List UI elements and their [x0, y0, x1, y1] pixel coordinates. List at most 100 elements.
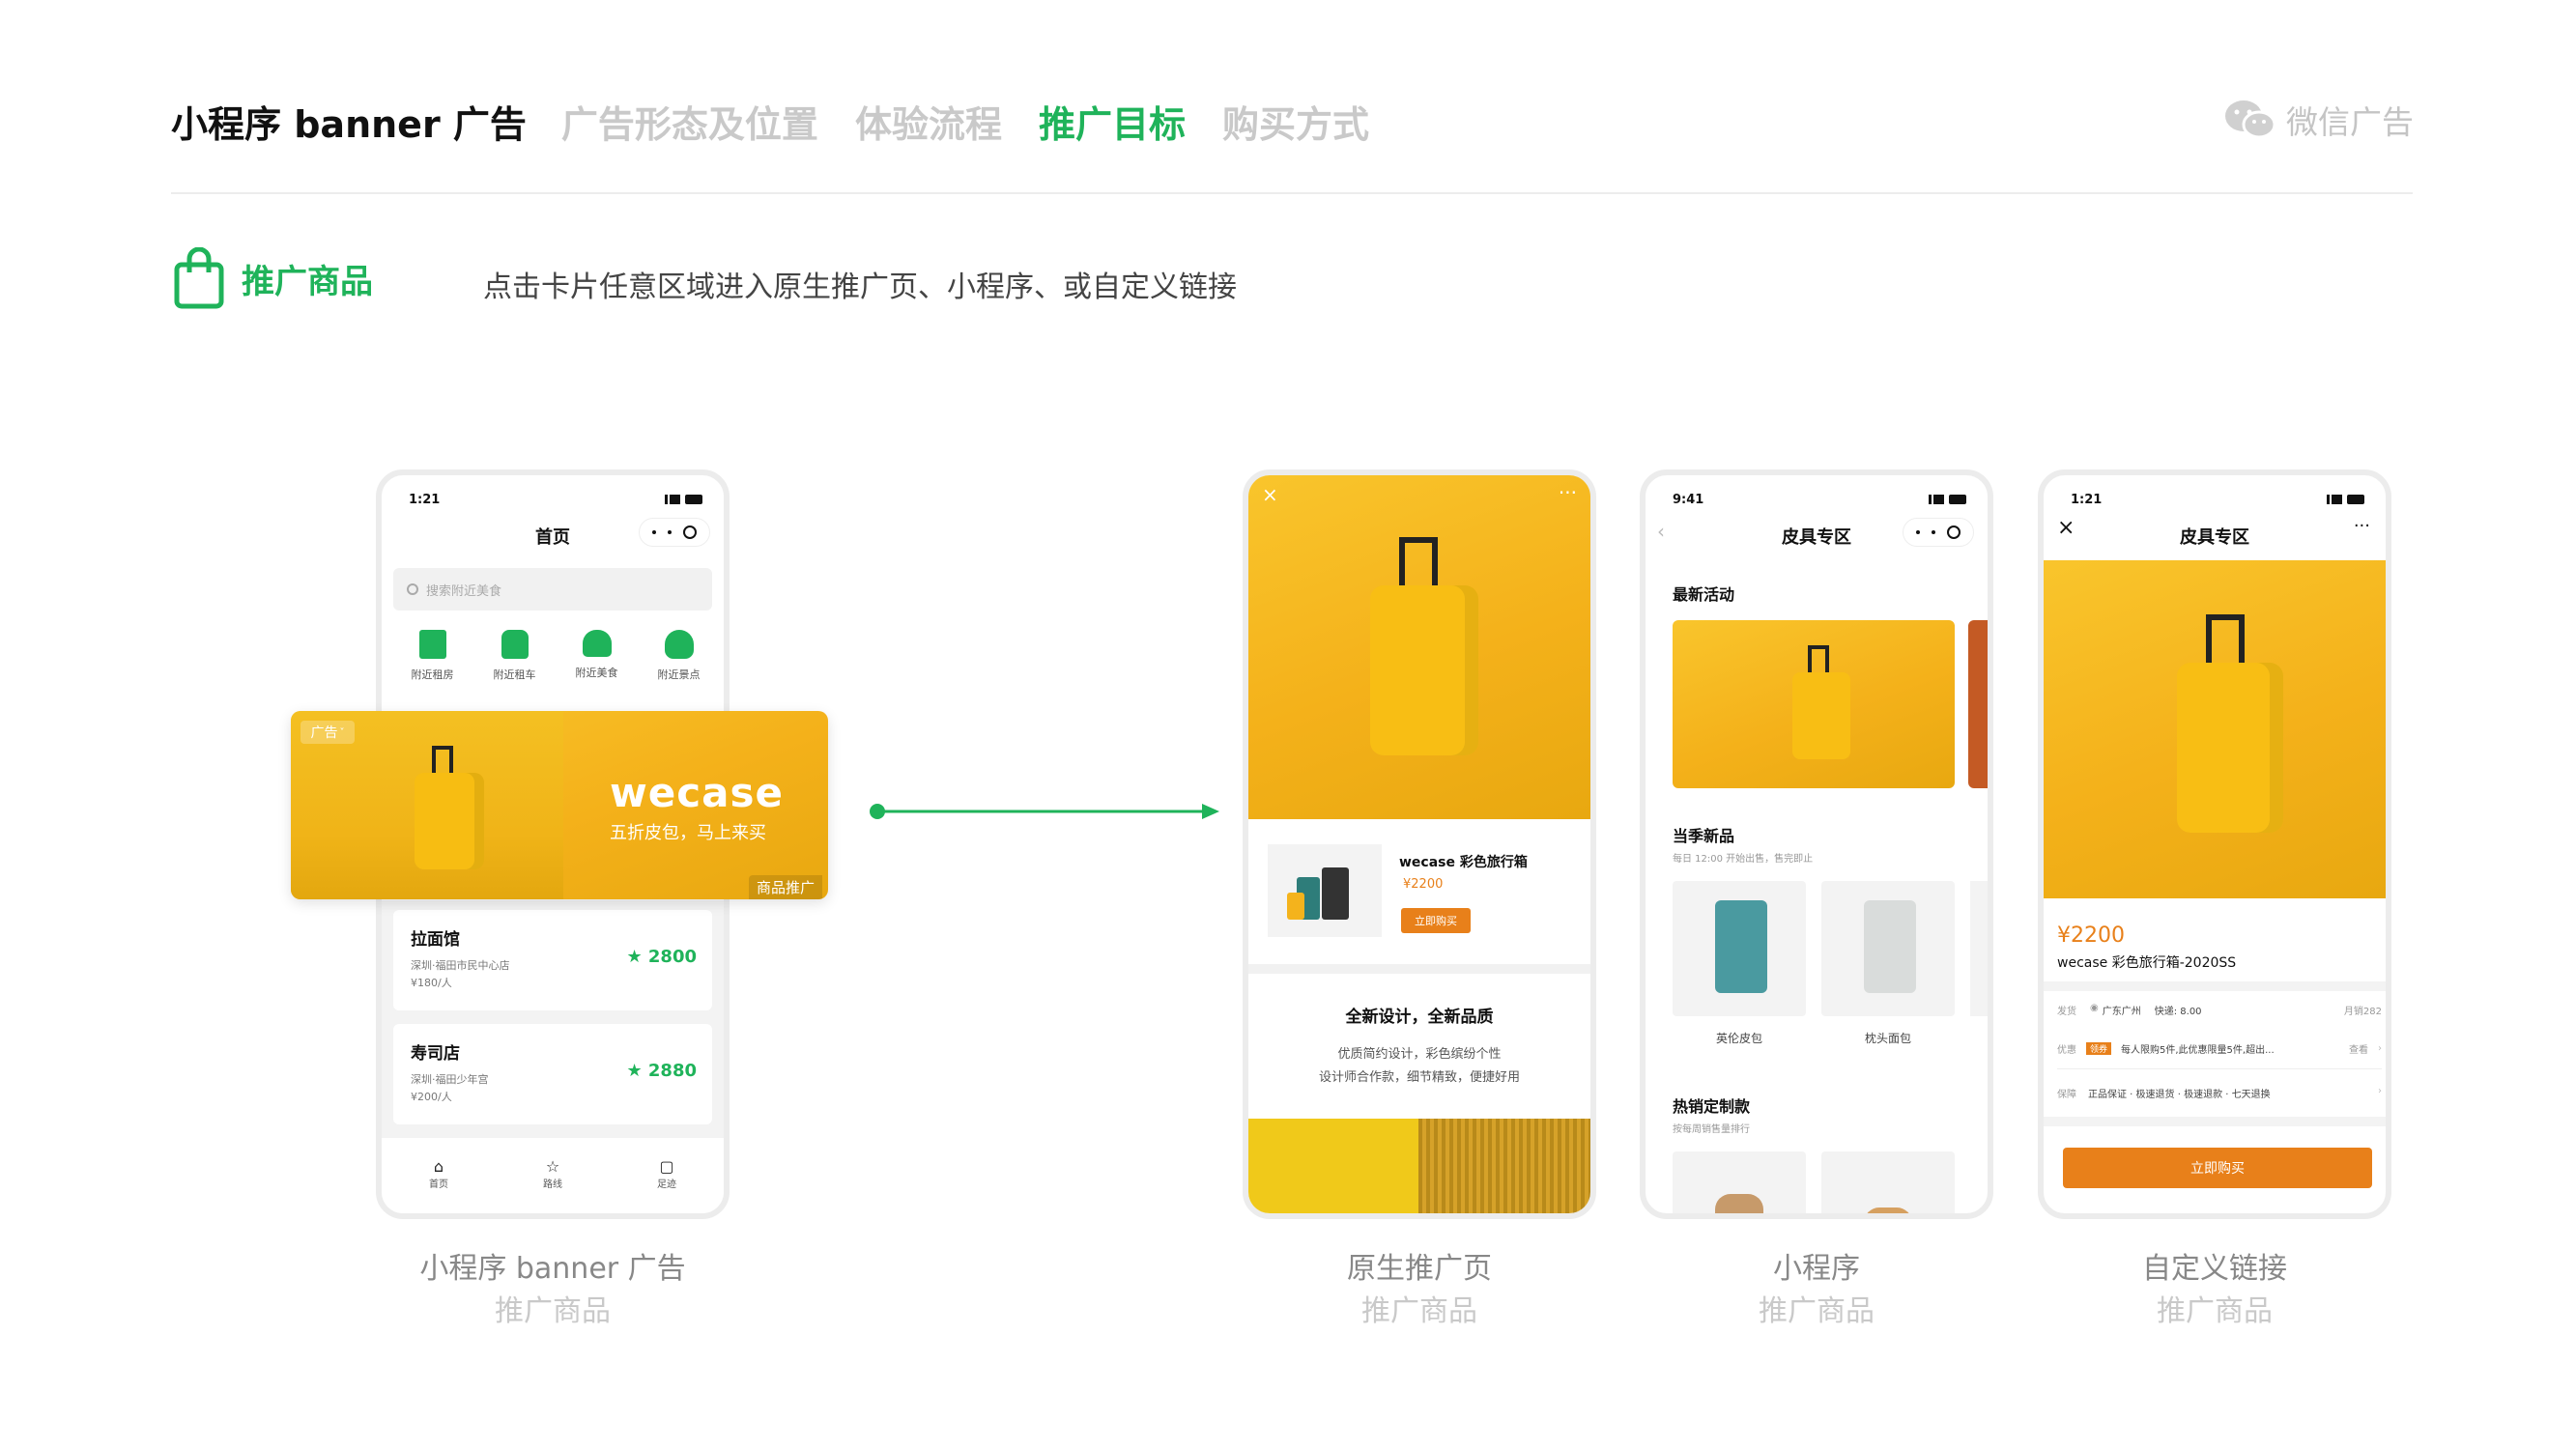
bread-image: [1715, 1194, 1763, 1213]
activity-banner-next[interactable]: [1968, 620, 1988, 788]
tabbar-route[interactable]: ☆ 路线: [524, 1157, 582, 1213]
suitcase-image: [2177, 663, 2283, 833]
status-icons: [2327, 495, 2364, 504]
search-input[interactable]: 搜索附近美食: [426, 581, 501, 599]
location-icon: ◉: [2090, 1003, 2099, 1013]
burger-icon: [582, 630, 612, 657]
phone-custom-link: 1:21 × 皮具专区 ··· ¥2200 wecase 彩色旅行箱-2020S…: [2038, 469, 2391, 1219]
more-icon[interactable]: ···: [1559, 481, 1577, 504]
row-label: 保障: [2057, 1090, 2076, 1100]
header-divider: [171, 192, 2413, 194]
suitcase-white-image: [1864, 900, 1916, 993]
section-divider: [1248, 964, 1590, 974]
store-price: ¥180/人: [411, 977, 452, 989]
suitcase-thumb-yellow: [1287, 893, 1304, 920]
close-circle-icon[interactable]: [1947, 526, 1961, 539]
caption-title: 自定义链接: [2142, 1252, 2287, 1286]
search-bar[interactable]: 搜索附近美食: [393, 568, 712, 611]
wechat-logo-icon: [2225, 100, 2276, 139]
star-icon: ★: [626, 947, 648, 967]
product-tile[interactable]: [1821, 881, 1955, 1016]
tab-ad-format[interactable]: 广告形态及位置: [561, 95, 818, 148]
suitcase-image: [1370, 585, 1478, 755]
banner-ad[interactable]: 广告 ˅ wecase 五折皮包，马上来买 商品推广: [291, 711, 828, 899]
section-new-sub: 每日 12:00 开始出售，售完即止: [1673, 854, 1814, 865]
shipping-row: 发货 ◉ 广东广州 快递: 8.00 月销282: [2057, 1003, 2382, 1017]
category-item[interactable]: 附近租车: [476, 630, 554, 697]
express-fee: 快递: 8.00: [2154, 1007, 2202, 1017]
product-tile[interactable]: [1673, 1151, 1806, 1213]
promo-body-2: 设计师合作款，细节精致，便捷好用: [1318, 1070, 1520, 1085]
status-time: 1:21: [409, 493, 441, 507]
tab-mini-program-banner[interactable]: 小程序 banner 广告: [171, 95, 527, 148]
info-divider: [2044, 981, 2386, 991]
section-hot: 热销定制款: [1673, 1097, 1751, 1116]
section-header: 推广商品: [174, 247, 373, 309]
buy-button[interactable]: 立即购买: [1401, 908, 1471, 933]
battery-icon: [2347, 495, 2364, 504]
chevron-right-icon: ›: [2378, 1086, 2382, 1096]
bottom-image-left: [1248, 1119, 1418, 1213]
promo-more-link[interactable]: 查看: [2349, 1041, 2368, 1056]
ad-brand: wecase: [610, 769, 785, 816]
tab-promotion-goal[interactable]: 推广目标: [1039, 95, 1186, 148]
search-icon: [407, 583, 418, 595]
store-card[interactable]: 拉面馆 深圳·福田市民中心店 ¥180/人 ★ 2800: [393, 910, 712, 1010]
status-time: 9:41: [1673, 493, 1704, 507]
footprint-icon: ▢: [659, 1157, 674, 1176]
promo-row[interactable]: 优惠 领券 每人限购5件,此优惠限量5件,超出... 查看 ›: [2057, 1041, 2382, 1056]
caption-title: 小程序 banner 广告: [419, 1252, 686, 1286]
section-hot-sub: 按每周销售量排行: [1673, 1124, 1750, 1135]
tree-icon: [664, 630, 694, 659]
suitcase-handle: [2206, 614, 2245, 667]
category-label: 附近租房: [411, 668, 454, 681]
star-icon: ☆: [545, 1157, 560, 1176]
promo-headline: 全新设计，全新品质: [1345, 1008, 1494, 1027]
product-name: wecase 彩色旅行箱-2020SS: [2057, 955, 2237, 971]
bread-image: [1864, 1208, 1912, 1213]
store-card[interactable]: 寿司店 深圳·福田少年宫 ¥200/人 ★ 2880: [393, 1024, 712, 1124]
category-item[interactable]: 附近租房: [394, 630, 472, 697]
product-tile[interactable]: [1673, 881, 1806, 1016]
page: { "header": { "tabs": [ {"label": "小程序 b…: [0, 0, 2576, 1449]
guarantee-row[interactable]: 保障 正品保证 · 极速退货 · 极速退款 · 七天退换 ›: [2057, 1086, 2382, 1100]
ad-slogan: 五折皮包，马上来买: [610, 823, 766, 843]
ad-tag[interactable]: 广告 ˅: [301, 721, 355, 744]
tab-experience-flow[interactable]: 体验流程: [855, 95, 1002, 148]
tabbar-home[interactable]: ⌂ 首页: [410, 1157, 468, 1213]
category-label: 附近美食: [575, 667, 618, 679]
row-divider: [2057, 1068, 2382, 1069]
suitcase-handle: [1808, 645, 1829, 674]
signal-icon: [665, 495, 680, 504]
activity-banner[interactable]: [1673, 620, 1955, 788]
capsule-menu[interactable]: [1903, 518, 1974, 547]
section-new: 当季新品: [1673, 827, 1735, 845]
close-icon[interactable]: ×: [1262, 483, 1278, 506]
section-latest: 最新活动: [1673, 585, 1735, 604]
section-title: 推广商品: [242, 262, 373, 301]
monthly-sold: 月销282: [2343, 1007, 2382, 1017]
store-price: ¥200/人: [411, 1091, 452, 1103]
battery-icon: [685, 495, 702, 504]
close-circle-icon[interactable]: [683, 526, 697, 539]
buy-button[interactable]: 立即购买: [2063, 1148, 2372, 1188]
status-time: 1:21: [2071, 493, 2103, 507]
tabbar-footprint[interactable]: ▢ 足迹: [638, 1157, 696, 1213]
promo-text: 每人限购5件,此优惠限量5件,超出...: [2121, 1045, 2275, 1056]
guarantee-text: 正品保证 · 极速退货 · 极速退款 · 七天退换: [2088, 1090, 2271, 1100]
bottom-image-right: [1418, 1119, 1590, 1213]
category-item[interactable]: 附近景点: [641, 630, 718, 697]
category-item[interactable]: 附近美食: [558, 630, 636, 697]
score-value: 2880: [647, 1061, 697, 1081]
suitcase-image: [415, 773, 484, 869]
ad-badge: 商品推广: [748, 875, 822, 899]
more-icon[interactable]: ···: [2354, 516, 2370, 536]
product-name: wecase 彩色旅行箱: [1399, 855, 1528, 870]
capsule-menu[interactable]: [639, 518, 710, 547]
tab-purchase-method[interactable]: 购买方式: [1222, 95, 1369, 148]
store-score: ★ 2800: [626, 947, 697, 967]
product-tile-next[interactable]: [1970, 881, 1988, 1016]
caption-sub: 推广商品: [495, 1294, 611, 1328]
flow-arrow: [870, 804, 1219, 819]
product-tile[interactable]: [1821, 1151, 1955, 1213]
